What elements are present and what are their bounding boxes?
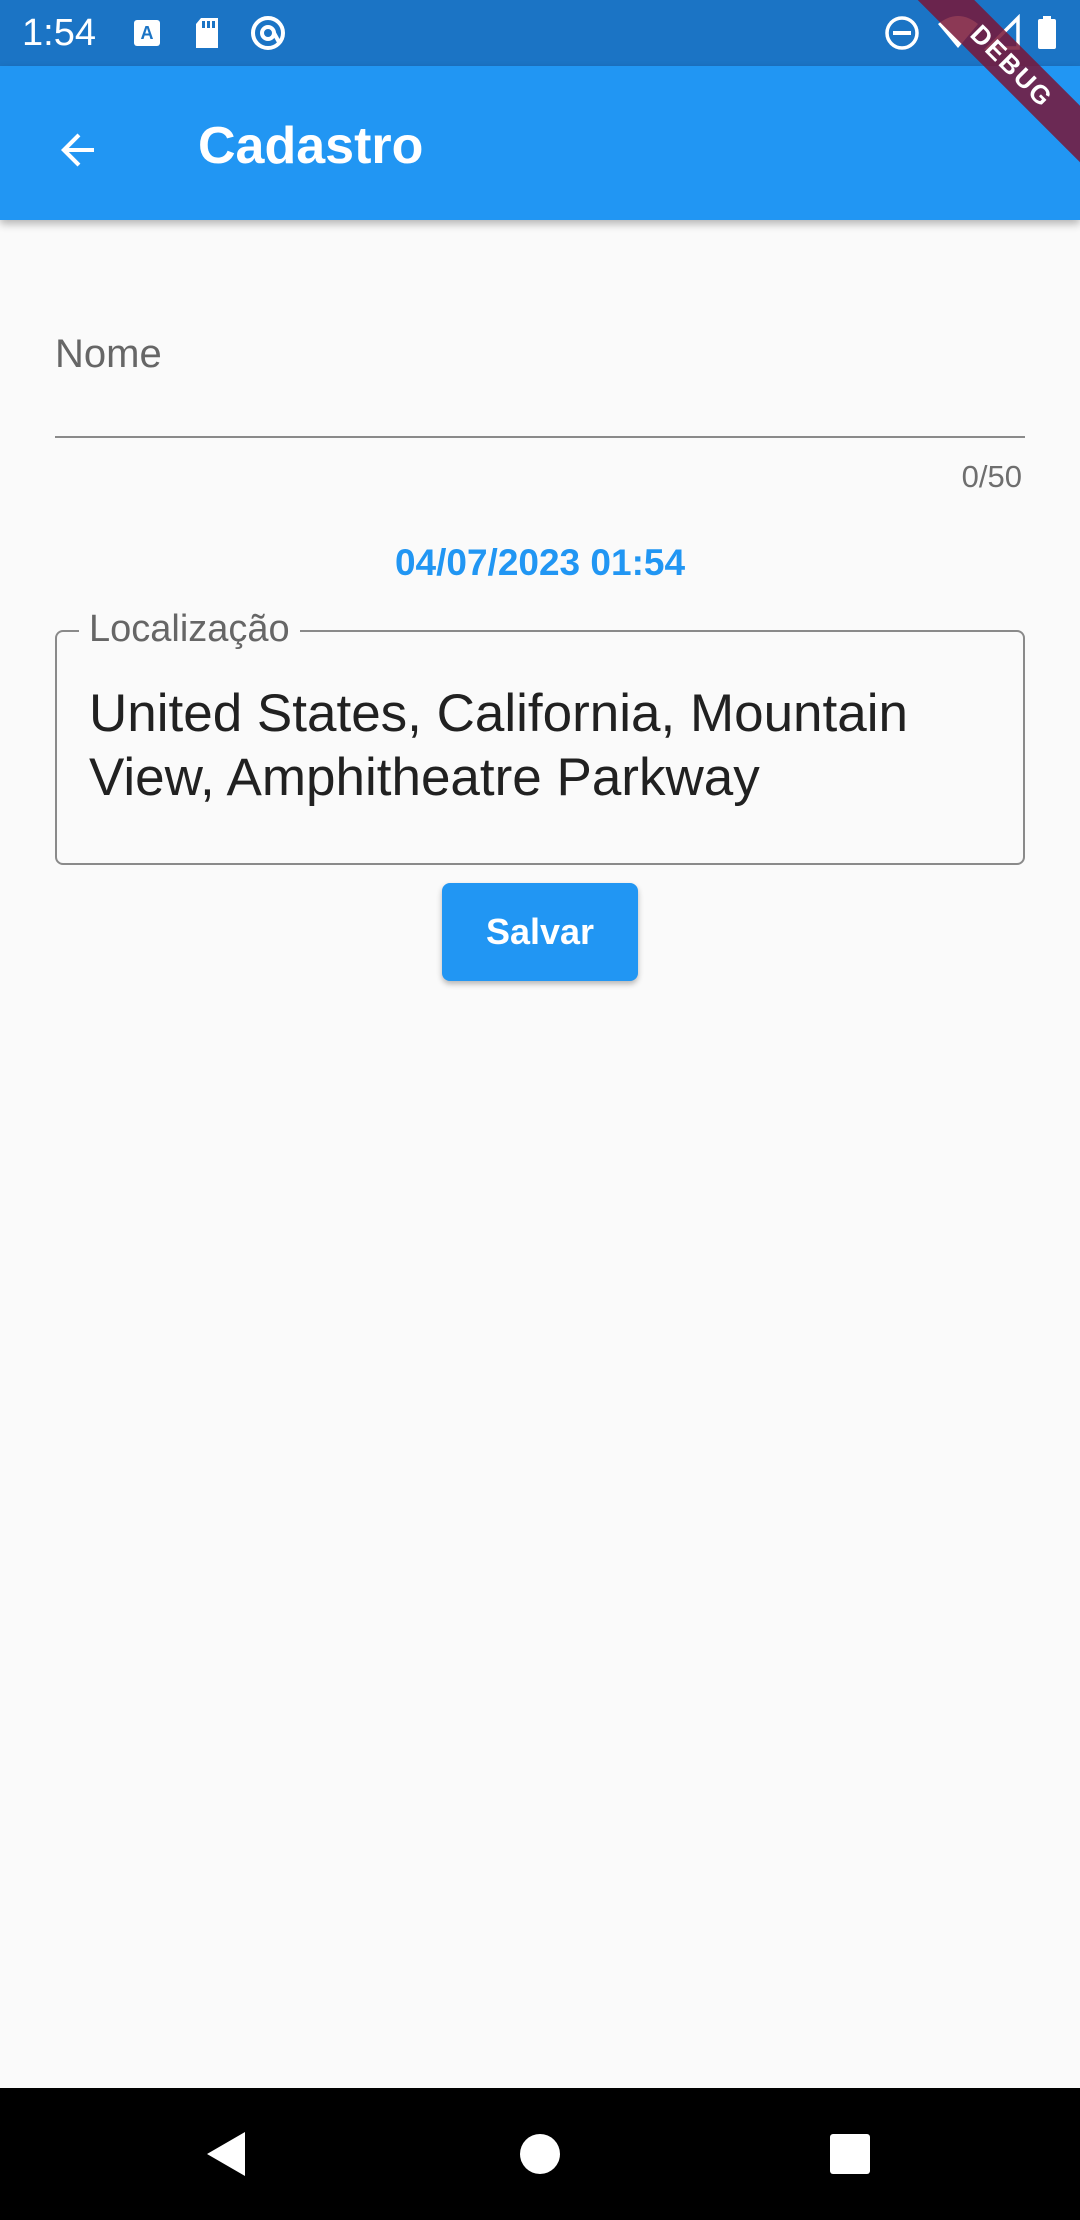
save-button[interactable]: Salvar	[442, 883, 638, 981]
back-button[interactable]	[38, 110, 118, 190]
battery-icon	[1038, 16, 1056, 49]
status-time: 1:54	[22, 12, 96, 54]
wifi-icon	[938, 16, 978, 48]
app-bar: Cadastro	[0, 66, 1080, 220]
location-field-label: Localização	[79, 606, 300, 652]
location-field-value: United States, California, Mountain View…	[89, 684, 908, 807]
arrow-back-icon	[61, 133, 94, 167]
signal-icon	[984, 14, 1020, 50]
name-char-counter: 0/50	[961, 459, 1022, 494]
nav-home-button[interactable]	[500, 2114, 580, 2194]
system-nav-bar	[0, 2088, 1080, 2220]
nav-recents-button[interactable]	[810, 2114, 890, 2194]
recents-square-icon	[830, 2134, 870, 2174]
page-title: Cadastro	[198, 117, 424, 175]
back-triangle-icon	[207, 2132, 245, 2176]
sd-card-icon	[196, 18, 218, 48]
name-field-label: Nome	[55, 332, 162, 376]
a-keyboard-icon: A	[134, 20, 160, 46]
date-time-text[interactable]: 04/07/2023 01:54	[0, 540, 1080, 586]
home-circle-icon	[520, 2134, 560, 2174]
at-sign-icon	[251, 16, 285, 50]
name-field[interactable]: Nome	[55, 320, 1025, 438]
nav-back-button[interactable]	[186, 2114, 266, 2194]
status-bar: 1:54 A	[0, 0, 1080, 66]
do-not-disturb-icon	[885, 16, 919, 50]
location-field[interactable]: Localização United States, California, M…	[55, 606, 1025, 865]
svg-text:A: A	[141, 23, 154, 43]
